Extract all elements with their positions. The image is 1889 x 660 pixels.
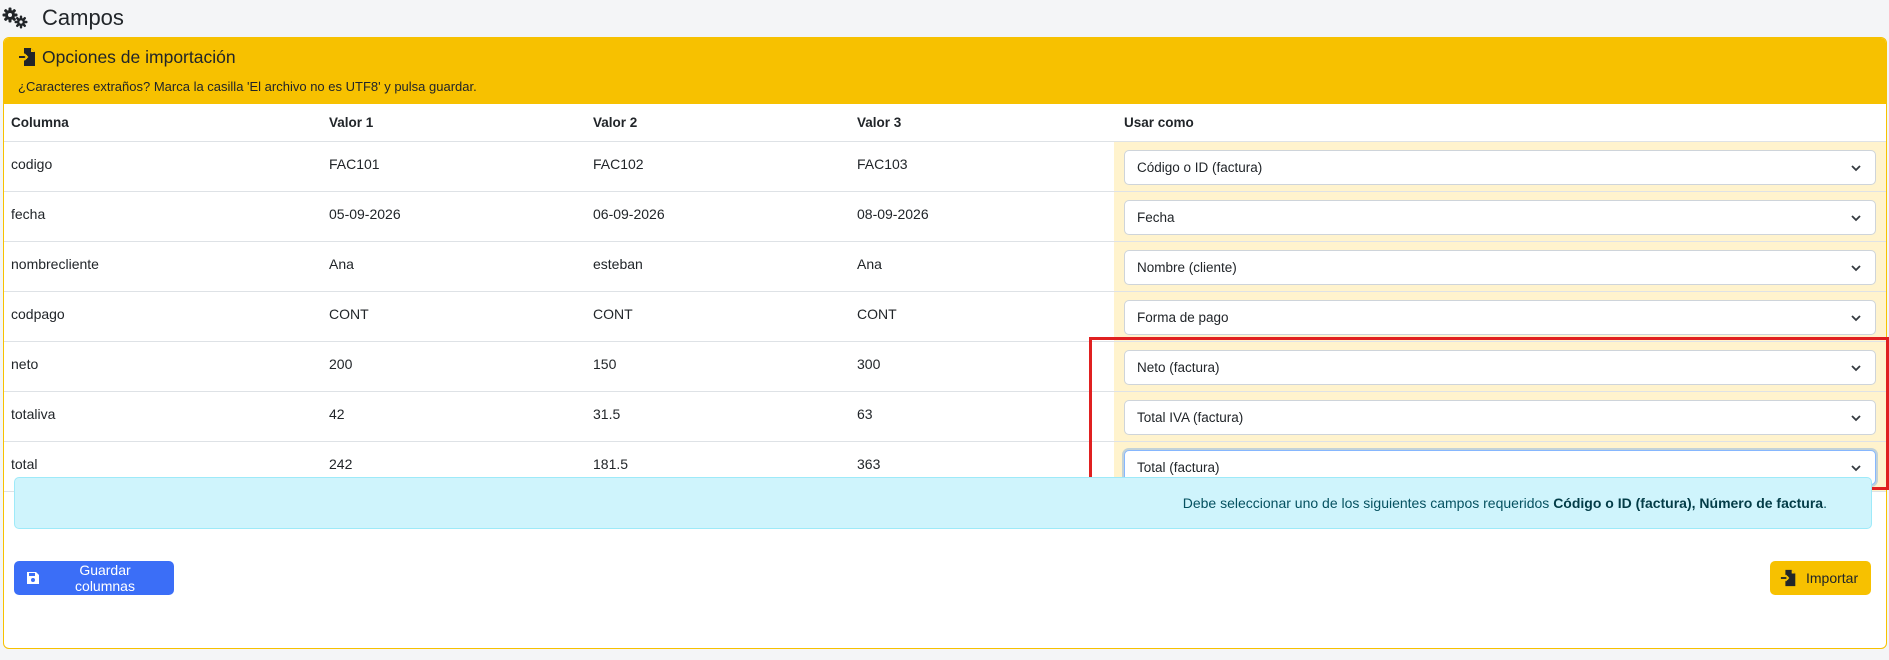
chevron-down-icon <box>1851 265 1861 272</box>
table-row: codigo FAC101 FAC102 FAC103 Código o ID … <box>4 141 1886 192</box>
cell-value-3: 300 <box>850 341 1114 392</box>
cell-value-1: 42 <box>322 391 586 442</box>
alert-end: . <box>1823 495 1827 511</box>
alert-text: Debe seleccionar uno de los siguientes c… <box>1182 495 1550 511</box>
use-as-select[interactable]: Forma de pago <box>1124 300 1876 335</box>
page-title: Campos <box>42 5 124 30</box>
header-usar-como: Usar como <box>1114 104 1886 142</box>
cell-value-1: FAC101 <box>322 141 586 192</box>
cell-value-2: 31.5 <box>586 391 850 442</box>
chevron-down-icon <box>1851 315 1861 322</box>
cell-value-2: CONT <box>586 291 850 342</box>
header-valor-3: Valor 3 <box>850 104 1114 142</box>
cell-value-2: 150 <box>586 341 850 392</box>
card-title: Opciones de importación <box>42 47 236 67</box>
cell-use-as: Fecha <box>1114 191 1886 242</box>
header-valor-1: Valor 1 <box>322 104 586 142</box>
select-value: Código o ID (factura) <box>1137 160 1263 175</box>
table-row: nombrecliente Ana esteban Ana Nombre (cl… <box>4 241 1886 292</box>
cell-value-2: 06-09-2026 <box>586 191 850 242</box>
cell-value-1: Ana <box>322 241 586 292</box>
cell-column: codigo <box>4 141 322 192</box>
table-header-row: Columna Valor 1 Valor 2 Valor 3 Usar com… <box>4 104 1886 142</box>
page-header: Campos <box>0 0 1889 36</box>
file-import-icon <box>19 48 35 66</box>
utf8-hint: ¿Caracteres extraños? Marca la casilla '… <box>18 79 477 94</box>
header-valor-2: Valor 2 <box>586 104 850 142</box>
gears-icon <box>2 7 28 29</box>
cell-value-1: CONT <box>322 291 586 342</box>
cell-use-as: Total IVA (factura) <box>1114 391 1886 442</box>
cell-column: codpago <box>4 291 322 342</box>
columns-table: Columna Valor 1 Valor 2 Valor 3 Usar com… <box>4 104 1886 492</box>
cell-value-3: FAC103 <box>850 141 1114 192</box>
select-value: Total (factura) <box>1137 460 1220 475</box>
chevron-down-icon <box>1851 415 1861 422</box>
table-row: neto 200 150 300 Neto (factura) <box>4 341 1886 392</box>
select-value: Fecha <box>1137 210 1175 225</box>
cell-value-3: CONT <box>850 291 1114 342</box>
cell-column: nombrecliente <box>4 241 322 292</box>
use-as-select[interactable]: Total IVA (factura) <box>1124 400 1876 435</box>
import-options-card: Opciones de importación ¿Caracteres extr… <box>3 37 1887 649</box>
file-import-icon <box>1780 569 1796 587</box>
table-row: fecha 05-09-2026 06-09-2026 08-09-2026 F… <box>4 191 1886 242</box>
cell-use-as: Neto (factura) <box>1114 341 1886 392</box>
floppy-disk-icon <box>27 572 39 584</box>
card-header: Opciones de importación ¿Caracteres extr… <box>4 38 1886 104</box>
cell-value-3: 08-09-2026 <box>850 191 1114 242</box>
cell-column: neto <box>4 341 322 392</box>
cell-use-as: Código o ID (factura) <box>1114 141 1886 192</box>
import-button[interactable]: Importar <box>1770 561 1871 595</box>
cell-value-2: esteban <box>586 241 850 292</box>
cell-value-2: FAC102 <box>586 141 850 192</box>
chevron-down-icon <box>1851 215 1861 222</box>
cell-column: fecha <box>4 191 322 242</box>
use-as-select[interactable]: Nombre (cliente) <box>1124 250 1876 285</box>
save-columns-button[interactable]: Guardar columnas <box>14 561 174 595</box>
select-value: Forma de pago <box>1137 310 1229 325</box>
chevron-down-icon <box>1851 165 1861 172</box>
cell-value-3: Ana <box>850 241 1114 292</box>
select-value: Neto (factura) <box>1137 360 1220 375</box>
cell-value-1: 05-09-2026 <box>322 191 586 242</box>
chevron-down-icon <box>1851 465 1861 472</box>
cell-use-as: Nombre (cliente) <box>1114 241 1886 292</box>
header-columna: Columna <box>4 104 322 142</box>
use-as-select[interactable]: Fecha <box>1124 200 1876 235</box>
table-row: codpago CONT CONT CONT Forma de pago <box>4 291 1886 342</box>
import-label: Importar <box>1806 570 1859 586</box>
alert-required-fields: Código o ID (factura), Número de factura <box>1553 495 1824 511</box>
table-row: totaliva 42 31.5 63 Total IVA (factura) <box>4 391 1886 442</box>
cell-value-1: 200 <box>322 341 586 392</box>
select-value: Nombre (cliente) <box>1137 260 1237 275</box>
use-as-select[interactable]: Código o ID (factura) <box>1124 150 1876 185</box>
save-columns-label: Guardar columnas <box>75 562 135 594</box>
cell-use-as: Forma de pago <box>1114 291 1886 342</box>
chevron-down-icon <box>1851 365 1861 372</box>
required-fields-alert: Debe seleccionar uno de los siguientes c… <box>14 477 1872 529</box>
cell-value-3: 63 <box>850 391 1114 442</box>
cell-column: totaliva <box>4 391 322 442</box>
use-as-select[interactable]: Neto (factura) <box>1124 350 1876 385</box>
select-value: Total IVA (factura) <box>1137 410 1244 425</box>
